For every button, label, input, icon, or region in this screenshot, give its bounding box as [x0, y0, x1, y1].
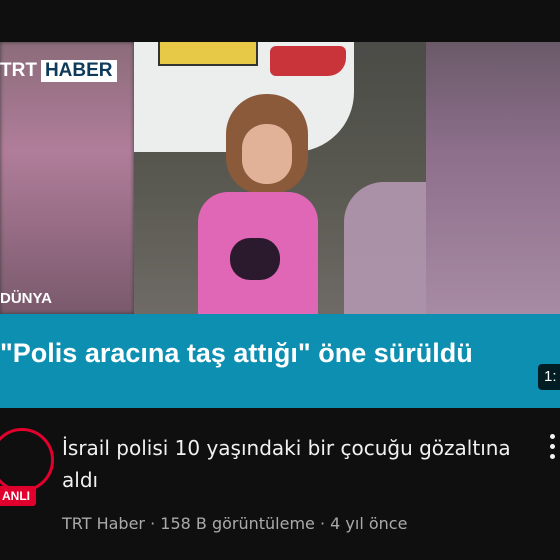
blurred-background-left	[0, 42, 134, 314]
live-badge: ANLI	[0, 486, 36, 506]
more-vert-icon[interactable]	[540, 434, 560, 468]
channel-avatar[interactable]	[0, 428, 54, 492]
video-thumbnail[interactable]: TRT HABER DÜNYA "Polis aracına taş attığ…	[0, 42, 560, 408]
video-title[interactable]: İsrail polisi 10 yaşındaki bir çocuğu gö…	[62, 432, 522, 496]
channel-logo: TRT HABER	[0, 60, 117, 82]
car-taillight	[270, 46, 346, 76]
dot	[549, 454, 555, 459]
dot	[549, 444, 555, 449]
blurred-background-right	[426, 42, 560, 314]
avatar-image	[0, 435, 47, 485]
license-plate	[158, 42, 258, 66]
caption-text: "Polis aracına taş attığı" öne sürüldü	[0, 338, 473, 368]
logo-haber: HABER	[40, 60, 117, 82]
video-meta: TRT Haber · 158 B görüntüleme · 4 yıl ön…	[62, 514, 408, 533]
region-label: DÜNYA	[0, 290, 52, 307]
logo-trt: TRT	[0, 60, 37, 81]
shirt-print	[230, 238, 280, 280]
background-figure	[344, 182, 426, 314]
video-frame	[134, 42, 426, 314]
duration-badge: 1:	[538, 364, 560, 390]
child-face	[242, 124, 292, 184]
dot	[549, 434, 555, 439]
